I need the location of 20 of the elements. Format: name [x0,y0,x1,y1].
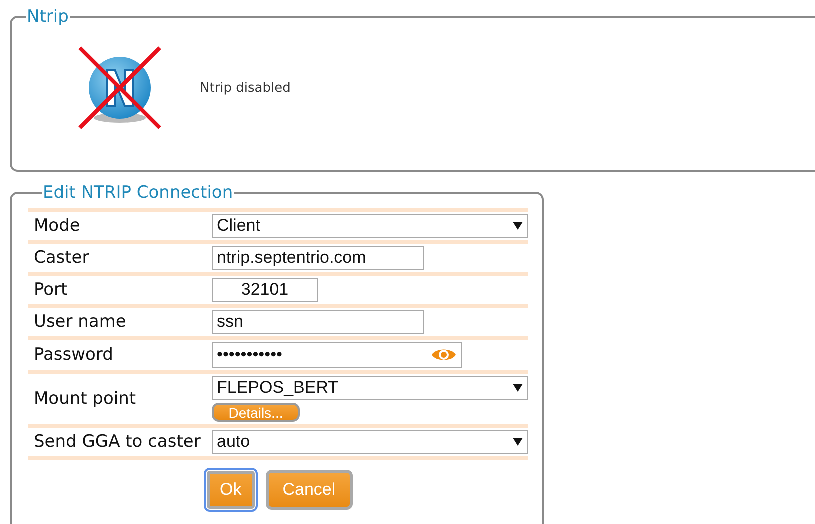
field-label: Mode [33,216,82,236]
dropdown[interactable]: FLEPOS_BERT [212,376,528,400]
panel-title: Ntrip [26,8,70,26]
dropdown-arrow-icon [513,384,523,392]
status-text: Ntrip disabled [200,80,291,96]
dropdown[interactable]: auto [212,430,528,454]
dropdown-arrow-icon [513,222,523,230]
field-label: User name [33,312,128,332]
panel-title: Edit NTRIP Connection [42,184,234,202]
field-label: Mount point [33,389,138,409]
field-label: Password [33,345,114,365]
field-label: Send GGA to caster [33,432,202,452]
field-label: Port [33,280,69,300]
input-field[interactable]: 32101 [212,278,318,302]
password-field[interactable]: ••••••••••• [212,342,462,368]
dropdown[interactable]: Client [212,214,528,238]
input-field[interactable]: ssn [212,310,424,334]
dropdown-arrow-icon [513,438,523,446]
input-field[interactable]: ntrip.septentrio.com [212,246,424,270]
field-label: Caster [33,248,90,268]
